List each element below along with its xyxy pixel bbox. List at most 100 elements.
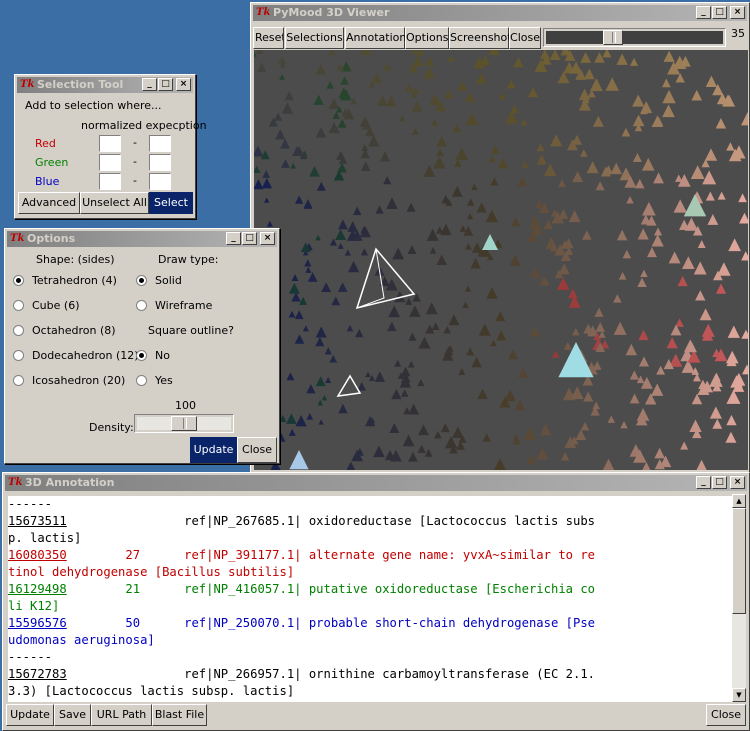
green-min-input[interactable] [99,154,121,171]
selections-button[interactable]: Selections [285,27,344,49]
draw-radio-wireframe[interactable] [136,300,147,311]
outline-label-no[interactable]: No [155,349,170,362]
annotation-button[interactable]: Annotation [345,27,406,49]
annotation-scrollbar[interactable]: ▲ ▼ [732,494,746,702]
tetrahedron-glyph [399,115,406,122]
tetrahedron-glyph [704,148,718,161]
tetrahedron-glyph [411,50,419,55]
outline-radio-no[interactable] [136,350,147,361]
url-path-button[interactable]: URL Path [91,704,152,726]
draw-radio-solid[interactable] [136,275,147,286]
tetrahedron-glyph [433,156,446,169]
shape-radio-cube[interactable] [13,300,24,311]
gi-link[interactable]: 16129498 [8,582,67,596]
density-slider[interactable] [134,414,234,433]
tetrahedron-glyph [360,248,368,256]
close-icon[interactable]: × [730,6,745,19]
tetrahedron-glyph [451,185,463,197]
advanced-button[interactable]: Advanced [18,192,80,214]
shape-label-octahedron[interactable]: Octahedron (8) [32,324,116,337]
tk-logo-icon: Tk [20,79,35,90]
shape-radio-dodecahedron[interactable] [13,350,24,361]
tetrahedron-glyph [373,445,385,458]
outline-radio-yes[interactable] [136,375,147,386]
select-button[interactable]: Select [149,192,193,214]
maximize-icon[interactable]: □ [712,476,727,489]
annotation-line-text: 21 ref|NP_416057.1| putative oxidoreduct… [66,582,596,596]
reset-button[interactable]: Reset [253,27,284,49]
tetrahedron-glyph [385,95,397,107]
annotation-text[interactable]: ------ 15673511 ref|NP_267685.1| oxidored… [8,496,732,702]
tetrahedron-glyph [622,249,632,259]
tetrahedron-glyph [563,341,572,350]
maximize-icon[interactable]: □ [242,232,257,245]
shape-radio-octahedron[interactable] [13,325,24,336]
selected-wireframe-glyph[interactable] [336,374,362,397]
scene-canvas[interactable] [254,50,748,470]
draw-label-solid[interactable]: Solid [155,274,182,287]
options-update-button[interactable]: Update [190,437,237,463]
outline-label-yes[interactable]: Yes [155,374,173,387]
gi-link[interactable]: 15673511 [8,514,67,528]
zoom-slider[interactable] [543,28,726,47]
minimize-icon[interactable]: _ [226,232,241,245]
annotation-save-button[interactable]: Save [54,704,91,726]
tetrahedron-glyph [315,326,327,338]
minimize-icon[interactable]: _ [696,6,711,19]
gi-link[interactable]: 15672783 [8,667,67,681]
shape-radio-icosahedron[interactable] [13,375,24,386]
tetrahedron-glyph [335,229,347,241]
scroll-down-icon[interactable]: ▼ [732,688,746,702]
3d-viewport[interactable] [254,50,748,470]
tetrahedron-glyph [288,282,300,294]
annotation-line: 15596576 50 ref|NP_250070.1| probable sh… [8,615,732,632]
draw-label-wireframe[interactable]: Wireframe [155,299,212,312]
options-titlebar[interactable]: Tk Options _ □ × [7,231,277,247]
tetrahedron-glyph [725,431,737,443]
tetrahedron-glyph [407,245,417,254]
viewer-close-button[interactable]: Close [509,27,541,49]
tetrahedron-glyph [705,75,718,88]
shape-label-dodecahedron[interactable]: Dodecahedron (12) [32,349,139,362]
tetrahedron-glyph [417,444,426,453]
unselect-all-button[interactable]: Unselect All [80,192,149,214]
close-icon[interactable]: × [176,78,191,91]
annotation-update-button[interactable]: Update [6,704,54,726]
gi-link[interactable]: 16080350 [8,548,67,562]
red-max-input[interactable] [149,135,171,152]
minimize-icon[interactable]: _ [142,78,157,91]
shape-label-tetrahedron[interactable]: Tetrahedron (4) [32,274,117,287]
maximize-icon[interactable]: □ [158,78,173,91]
shape-radio-tetrahedron[interactable] [13,275,24,286]
annotation-titlebar[interactable]: Tk 3D Annotation _ □ × [5,475,747,491]
screenshot-button[interactable]: Screenshot [449,27,512,49]
gi-link[interactable]: 15596576 [8,616,67,630]
tetrahedron-glyph [465,243,472,250]
shape-label-icosahedron[interactable]: Icosahedron (20) [32,374,125,387]
blue-max-input[interactable] [149,173,171,190]
shape-label-cube[interactable]: Cube (6) [32,299,79,312]
tetrahedron-glyph [653,172,664,184]
zoom-slider-thumb[interactable] [603,30,624,45]
tetrahedron-glyph [280,158,290,168]
minimize-icon[interactable]: _ [696,476,711,489]
blue-min-input[interactable] [99,173,121,190]
tetrahedron-glyph [309,165,320,177]
options-button[interactable]: Options [405,27,449,49]
close-icon[interactable]: × [730,476,745,489]
scroll-up-icon[interactable]: ▲ [732,494,746,508]
tetrahedron-glyph [360,161,371,171]
red-min-input[interactable] [99,135,121,152]
tetrahedron-glyph [337,162,347,173]
scroll-thumb[interactable] [732,508,746,614]
close-icon[interactable]: × [260,232,275,245]
maximize-icon[interactable]: □ [712,6,727,19]
options-close-button[interactable]: Close [237,437,277,463]
annotation-close-button[interactable]: Close [706,704,746,726]
selection-tool-titlebar[interactable]: Tk Selection Tool _ □ × [17,77,193,93]
tetrahedron-glyph [651,383,664,396]
blast-file-button[interactable]: Blast File [152,704,207,726]
viewer-titlebar[interactable]: Tk PyMood 3D Viewer _ □ × [253,5,747,21]
green-max-input[interactable] [149,154,171,171]
density-slider-thumb[interactable] [171,416,197,431]
